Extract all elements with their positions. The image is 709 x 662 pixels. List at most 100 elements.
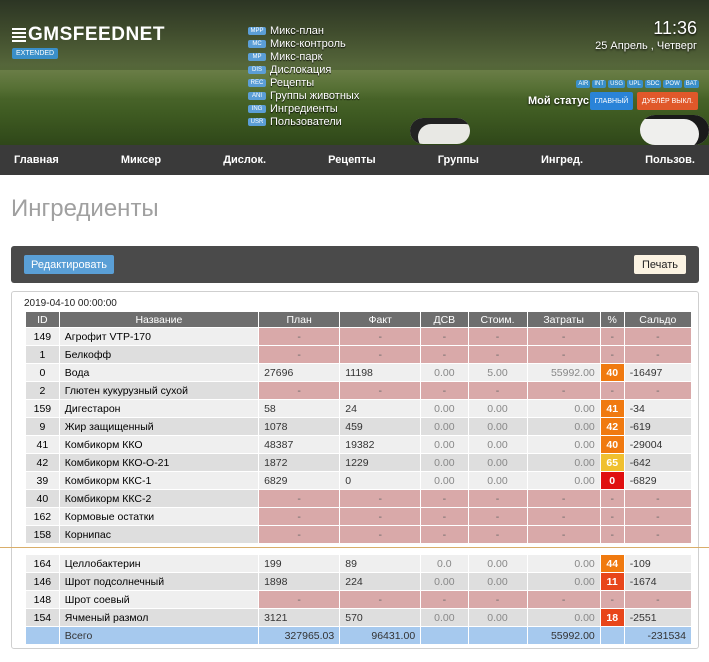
menu-label: Микс-план	[270, 24, 324, 37]
column-header[interactable]: Стоим.	[467, 311, 528, 328]
nav-item[interactable]: Группы	[438, 154, 479, 166]
menu-label: Ингредиенты	[270, 102, 338, 115]
cell-id: 40	[25, 489, 60, 508]
table-row[interactable]: 148 Шрот соевый - - - - - - -	[25, 590, 693, 609]
total-row: Всего 327965.03 96431.00 55992.00 -231534	[25, 626, 693, 645]
nav-item[interactable]: Ингред.	[541, 154, 583, 166]
cell-empty: -	[623, 327, 693, 346]
cell-plan: 3121	[258, 608, 341, 627]
duplicate-off-button[interactable]: ДУБЛЁР ВЫКЛ.	[637, 92, 698, 110]
table-row[interactable]: 149 Агрофит VTP-170- - - - - - -	[25, 327, 693, 346]
cell-fact: 459	[339, 417, 422, 436]
cell-empty: -	[599, 381, 625, 400]
logo[interactable]: GMSFEEDNET	[12, 24, 165, 46]
cell-plan: 27696	[258, 363, 341, 382]
table-row[interactable]: 158 Корнипас - - - - - - -	[25, 525, 693, 544]
nav-item[interactable]: Рецепты	[328, 154, 376, 166]
nav-item[interactable]: Главная	[14, 154, 59, 166]
cell-dsv: 0.00	[420, 363, 469, 382]
table-row[interactable]: 2 Глютен кукурузный сухой - - - - - - -	[25, 381, 693, 400]
print-button[interactable]: Печать	[633, 255, 686, 274]
table-row[interactable]: 146 Шрот подсолнечный 1898 224 0.00 0.00 0.00 1…	[25, 572, 693, 591]
cell-dsv: 0.00	[420, 471, 469, 490]
menu-item[interactable]: USR Пользователи	[248, 115, 359, 128]
cell-fact: 11198	[339, 363, 422, 382]
table-row[interactable]: 0 Вода 27696 11198 0.00 5.00 55992.00 40 -16497	[25, 363, 693, 382]
table-row[interactable]: 40 Комбикорм ККС-2- - - - - - -	[25, 489, 693, 508]
cell-empty: -	[420, 507, 469, 526]
cell-empty: -	[467, 327, 528, 346]
cell-empty: -	[420, 345, 469, 364]
menu-item[interactable]: DIS Дислокация	[248, 63, 359, 76]
column-header[interactable]: Факт	[339, 311, 422, 328]
cell-percent: 44	[599, 554, 625, 573]
cell-name: Комбикорм ККО-О-21	[58, 453, 260, 472]
column-header[interactable]: Сальдо	[623, 311, 693, 328]
menu-item[interactable]: REC Рецепты	[248, 76, 359, 89]
cell-name: Комбикорм ККС-1	[58, 471, 260, 490]
column-header[interactable]: ДСВ	[420, 311, 469, 328]
cell-cost: 0.00	[467, 453, 528, 472]
cell-saldo: -2551	[623, 608, 693, 627]
cell-percent: 18	[599, 608, 625, 627]
cell-plan: 58	[258, 399, 341, 418]
header-banner: GMSFEEDNET EXTENDED MPP Микс-план MC Микс-к…	[0, 0, 709, 145]
cell-plan: 199	[258, 554, 341, 573]
cell-name: Дигестарон	[58, 399, 260, 418]
column-header[interactable]: ID	[25, 311, 60, 328]
table-row[interactable]: 9 Жир защищенный 1078 459 0.00 0.00 0.00 42 -619	[25, 417, 693, 436]
column-header[interactable]: %	[599, 311, 625, 328]
table-row[interactable]: 39 Комбикорм ККС-1 6829 0 0.00 0.00 0.00 0 -6829	[25, 471, 693, 490]
column-header[interactable]: План	[258, 311, 341, 328]
cell-empty: -	[339, 381, 422, 400]
nav-item[interactable]: Дислок.	[223, 154, 266, 166]
menu-item[interactable]: ING Ингредиенты	[248, 102, 359, 115]
cell-name: Корнипас	[58, 525, 260, 544]
cell-empty: -	[258, 345, 341, 364]
cell-saldo: -1674	[623, 572, 693, 591]
cell-empty: -	[339, 507, 422, 526]
cell-id: 9	[25, 417, 60, 436]
cell-empty: -	[599, 327, 625, 346]
menu-label: Группы животных	[270, 89, 360, 102]
column-header[interactable]: Затраты	[526, 311, 601, 328]
cell-spend: 0.00	[526, 453, 601, 472]
gap-cell	[258, 543, 341, 555]
cell-fact: 0	[339, 471, 422, 490]
table-row[interactable]: 164 Целлобактерин 199 89 0.0 0.00 0.00 44 -109	[25, 554, 693, 573]
cell-fact: 89	[339, 554, 422, 573]
table-row[interactable]: 41 Комбикорм ККО 48387 19382 0.00 0.00 0.00 40-…	[25, 435, 693, 454]
nav-item[interactable]: Пользов.	[645, 154, 695, 166]
cell-empty: -	[526, 590, 601, 609]
cell-id: 162	[25, 507, 60, 526]
cell-empty: -	[623, 507, 693, 526]
menu-item[interactable]: MP Микс-парк	[248, 50, 359, 63]
horizontal-guide-line	[0, 547, 709, 548]
cell-empty: -	[467, 489, 528, 508]
cell-saldo: -34	[623, 399, 693, 418]
ingredients-table: ID Название План Факт ДСВ Стоим. Затраты% Сальд…	[25, 311, 693, 645]
nav-item[interactable]: Миксер	[121, 154, 161, 166]
menu-item[interactable]: MPP Микс-план	[248, 24, 359, 37]
cell-spend: 0.00	[526, 572, 601, 591]
table-row[interactable]: 154 Ячменый размол 3121 570 0.00 0.00 0.00 18 -2…	[25, 608, 693, 627]
column-header[interactable]: Название	[58, 311, 260, 328]
gap-cell	[58, 543, 260, 555]
table-row[interactable]: 162 Кормовые остатки - - - - - - -	[25, 507, 693, 526]
menu-tag: ING	[248, 104, 266, 113]
cell-empty: -	[420, 590, 469, 609]
cell-empty: -	[258, 381, 341, 400]
table-row[interactable]: 42 Комбикорм ККО-О-21 1872 1229 0.00 0.00 0.00…	[25, 453, 693, 472]
menu-item[interactable]: MC Микс-контроль	[248, 37, 359, 50]
table-row[interactable]: 1 Белкофф - - - - - - -	[25, 345, 693, 364]
cell-empty: -	[467, 507, 528, 526]
header-menu: MPP Микс-план MC Микс-контроль MP Микс-парк DI…	[248, 24, 359, 128]
cell-spend: 55992.00	[526, 363, 601, 382]
menu-tag: MPP	[248, 26, 266, 35]
main-status-button[interactable]: ГЛАВНЫЙ	[590, 92, 633, 110]
menu-item[interactable]: ANI Группы животных	[248, 89, 359, 102]
edit-button[interactable]: Редактировать	[24, 255, 114, 274]
table-row[interactable]: 159 Дигестарон 58 24 0.00 0.00 0.00 41 -34	[25, 399, 693, 418]
clock-time: 11:36	[653, 18, 697, 38]
cell-spend: 0.00	[526, 608, 601, 627]
